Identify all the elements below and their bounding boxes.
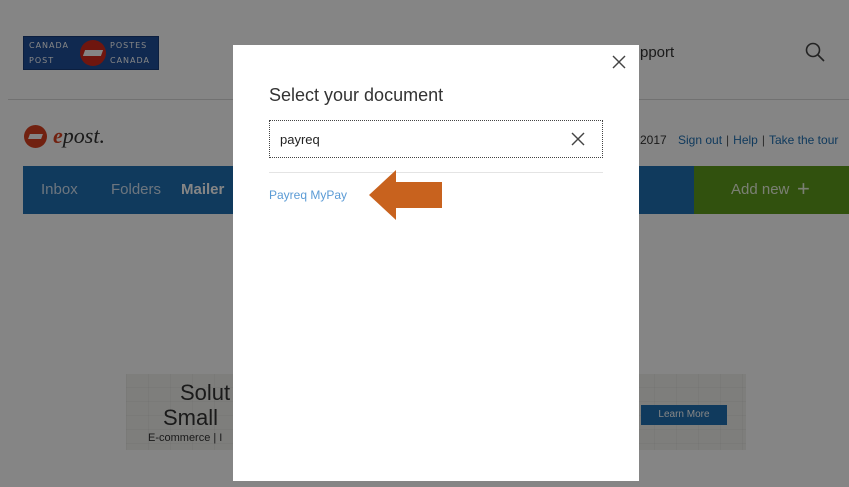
close-icon[interactable] xyxy=(611,54,627,70)
document-search-input[interactable] xyxy=(280,130,550,148)
select-document-dialog: Select your document Payreq MyPay xyxy=(233,45,639,481)
clear-search-icon[interactable] xyxy=(570,131,586,147)
search-result-item[interactable]: Payreq MyPay xyxy=(269,188,347,202)
arrow-highlight-fade xyxy=(440,178,480,212)
dialog-title: Select your document xyxy=(269,85,444,105)
left-arrow-annotation-icon xyxy=(369,170,442,220)
document-search-field[interactable] xyxy=(269,120,603,158)
